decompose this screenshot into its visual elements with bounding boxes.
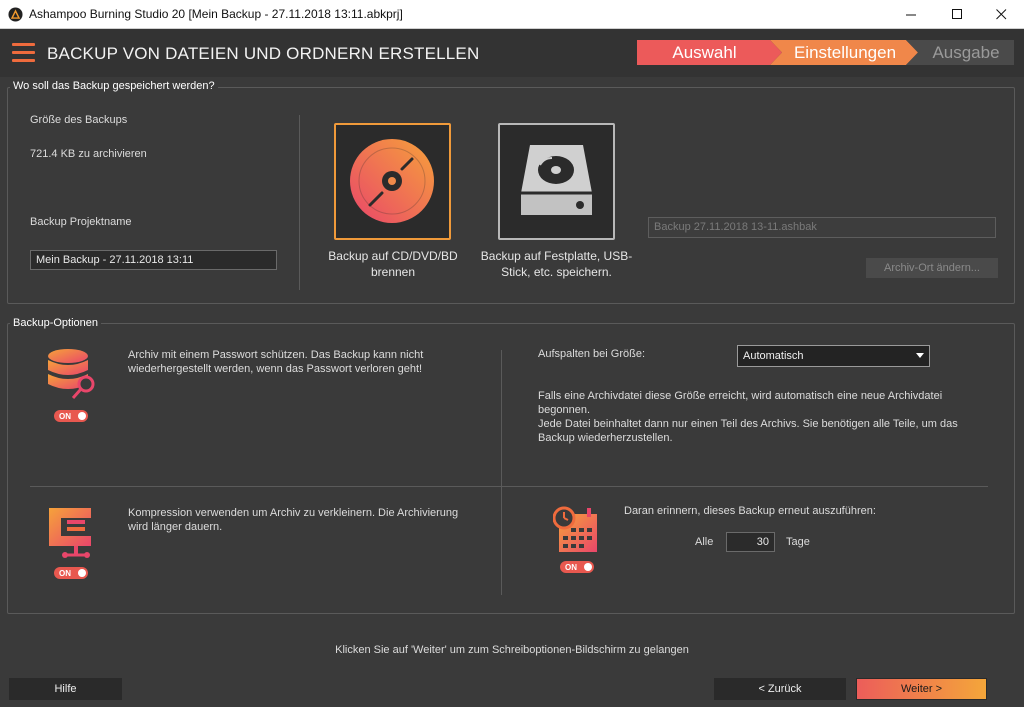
app-logo-icon	[8, 7, 23, 22]
compression-option-text: Kompression verwenden um Archiv zu verkl…	[128, 507, 459, 533]
compression-toggle-label: ON	[59, 568, 71, 578]
back-button[interactable]: < Zurück	[714, 678, 846, 700]
password-toggle[interactable]: ON	[54, 410, 88, 422]
step-ausgabe: Ausgabe	[932, 42, 1000, 62]
page-header: BACKUP VON DATEIEN UND ORDNERN ERSTELLEN…	[0, 29, 1024, 77]
reminder-text: Daran erinnern, dieses Backup erneut aus…	[624, 505, 876, 517]
help-button[interactable]: Hilfe	[9, 678, 122, 700]
backup-size-label: Größe des Backups	[30, 114, 128, 126]
backup-size-value: 721.4 KB zu archivieren	[30, 148, 147, 160]
reminder-every-label: Alle	[695, 536, 714, 548]
window-title: Ashampoo Burning Studio 20 [Mein Backup …	[29, 7, 403, 21]
project-name-label: Backup Projektname	[30, 216, 132, 228]
archive-path-input[interactable]: Backup 27.11.2018 13-11.ashbak	[648, 217, 996, 238]
footer-hint: Klicken Sie auf 'Weiter' um zum Schreibo…	[335, 644, 689, 656]
step-auswahl: Auswahl	[672, 42, 737, 62]
minimize-icon	[905, 14, 916, 16]
password-option-text: Archiv mit einem Passwort schützen. Das …	[128, 349, 424, 375]
compression-clamp-icon	[49, 508, 91, 558]
target-hdd-label[interactable]: Backup auf Festplatte, USB-Stick, etc. s…	[480, 248, 633, 280]
target-cd-card[interactable]	[334, 123, 451, 240]
page-title: BACKUP VON DATEIEN UND ORDNERN ERSTELLEN	[47, 44, 480, 63]
maximize-button[interactable]	[934, 0, 980, 29]
backup-options-group-label: Backup-Optionen	[10, 317, 101, 329]
database-lock-icon	[48, 349, 95, 399]
hard-drive-icon	[521, 145, 592, 215]
split-info-text: Falls eine Archivdatei diese Größe errei…	[538, 390, 958, 444]
reminder-days-unit: Tage	[786, 536, 810, 548]
title-bar: Ashampoo Burning Studio 20 [Mein Backup …	[0, 0, 1024, 29]
target-cd-label[interactable]: Backup auf CD/DVD/BD brennen	[318, 248, 468, 280]
next-button[interactable]: Weiter >	[856, 678, 987, 700]
reminder-toggle-label: ON	[565, 562, 577, 572]
options-vertical-divider	[501, 350, 502, 595]
password-toggle-label: ON	[59, 411, 71, 421]
compression-toggle[interactable]: ON	[54, 567, 88, 579]
wizard-steps: Auswahl Einstellungen Ausgabe	[637, 40, 1014, 65]
close-icon	[995, 9, 1006, 20]
calendar-clock-icon	[553, 506, 597, 552]
save-location-group-label: Wo soll das Backup gespeichert werden?	[10, 80, 218, 92]
hamburger-menu-icon[interactable]	[12, 43, 35, 62]
change-location-button[interactable]: Archiv-Ort ändern...	[866, 258, 998, 278]
dropdown-arrow-icon	[916, 353, 924, 358]
disc-icon	[350, 139, 434, 223]
split-size-select[interactable]: Automatisch	[737, 345, 930, 367]
reminder-days-input[interactable]: 30	[726, 532, 775, 552]
maximize-icon	[951, 9, 962, 19]
section-divider	[299, 115, 300, 290]
minimize-button[interactable]	[888, 0, 934, 29]
reminder-toggle[interactable]: ON	[560, 561, 594, 573]
target-hdd-card[interactable]	[498, 123, 615, 240]
options-horizontal-divider	[30, 486, 988, 487]
split-size-label: Aufspalten bei Größe:	[538, 348, 646, 360]
close-button[interactable]	[978, 0, 1024, 29]
project-name-input[interactable]: Mein Backup - 27.11.2018 13:11	[30, 250, 277, 270]
step-einstellungen: Einstellungen	[793, 42, 897, 62]
split-size-selected: Automatisch	[743, 350, 804, 362]
